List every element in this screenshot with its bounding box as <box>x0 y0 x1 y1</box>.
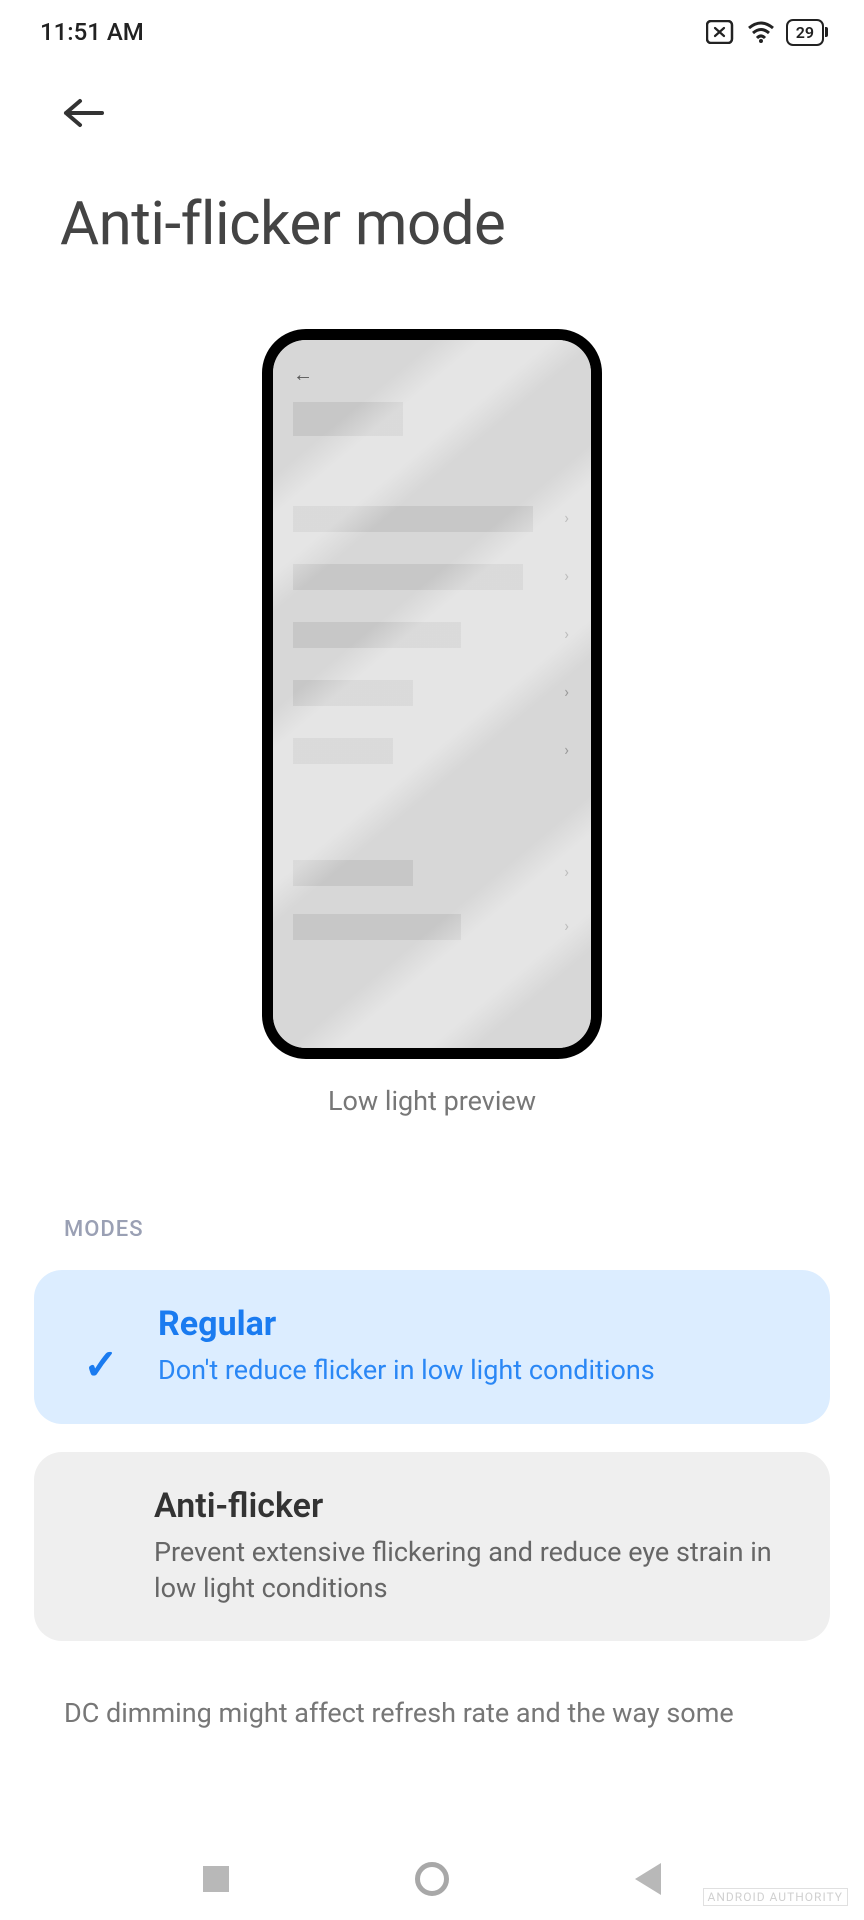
chevron-right-icon: › <box>564 624 569 643</box>
status-bar: 11:51 AM 29 <box>0 0 864 54</box>
mode-option-regular[interactable]: ✓ Regular Don't reduce flicker in low li… <box>34 1270 830 1424</box>
chevron-right-icon: › <box>564 566 569 585</box>
chevron-right-icon: › <box>564 862 569 881</box>
preview-placeholder <box>293 914 461 940</box>
nav-back-icon[interactable] <box>635 1863 661 1895</box>
preview-placeholder <box>293 680 413 706</box>
chevron-right-icon: › <box>564 508 569 527</box>
option-title: Regular <box>158 1304 796 1344</box>
chevron-right-icon: › <box>564 740 569 759</box>
preview-back-icon: ← <box>293 362 313 387</box>
preview-placeholder <box>293 506 533 532</box>
chevron-right-icon: › <box>564 682 569 701</box>
navigation-bar <box>0 1838 864 1920</box>
status-right: 29 <box>706 19 824 46</box>
preview-placeholder <box>293 622 461 648</box>
battery-icon: 29 <box>786 19 824 46</box>
preview-placeholder <box>293 738 393 764</box>
chevron-right-icon: › <box>564 916 569 935</box>
preview-placeholder <box>293 564 523 590</box>
preview-section: ← › › › › › › › Low light preview <box>0 299 864 1177</box>
battery-level: 29 <box>796 23 814 42</box>
page-title: Anti-flicker mode <box>0 158 864 299</box>
phone-preview: ← › › › › › › › <box>262 329 602 1059</box>
preview-placeholder <box>293 860 413 886</box>
wifi-icon <box>746 20 776 44</box>
nav-recents-icon[interactable] <box>203 1866 229 1892</box>
preview-placeholder <box>293 402 403 436</box>
check-icon: ✓ <box>83 1340 118 1390</box>
option-description: Don't reduce flicker in low light condit… <box>158 1352 796 1388</box>
mode-option-anti-flicker[interactable]: Anti-flicker Prevent extensive flickerin… <box>34 1452 830 1641</box>
nav-home-icon[interactable] <box>415 1862 449 1896</box>
option-description: Prevent extensive flickering and reduce … <box>154 1534 796 1607</box>
preview-caption: Low light preview <box>328 1085 536 1117</box>
footer-hint: DC dimming might affect refresh rate and… <box>0 1669 864 1729</box>
modes-section-label: MODES <box>0 1177 864 1270</box>
watermark: ANDROID AUTHORITY <box>703 1888 848 1906</box>
rotation-lock-icon <box>706 20 736 44</box>
option-title: Anti-flicker <box>154 1486 796 1526</box>
status-time: 11:51 AM <box>40 18 144 46</box>
back-button[interactable] <box>60 94 108 138</box>
